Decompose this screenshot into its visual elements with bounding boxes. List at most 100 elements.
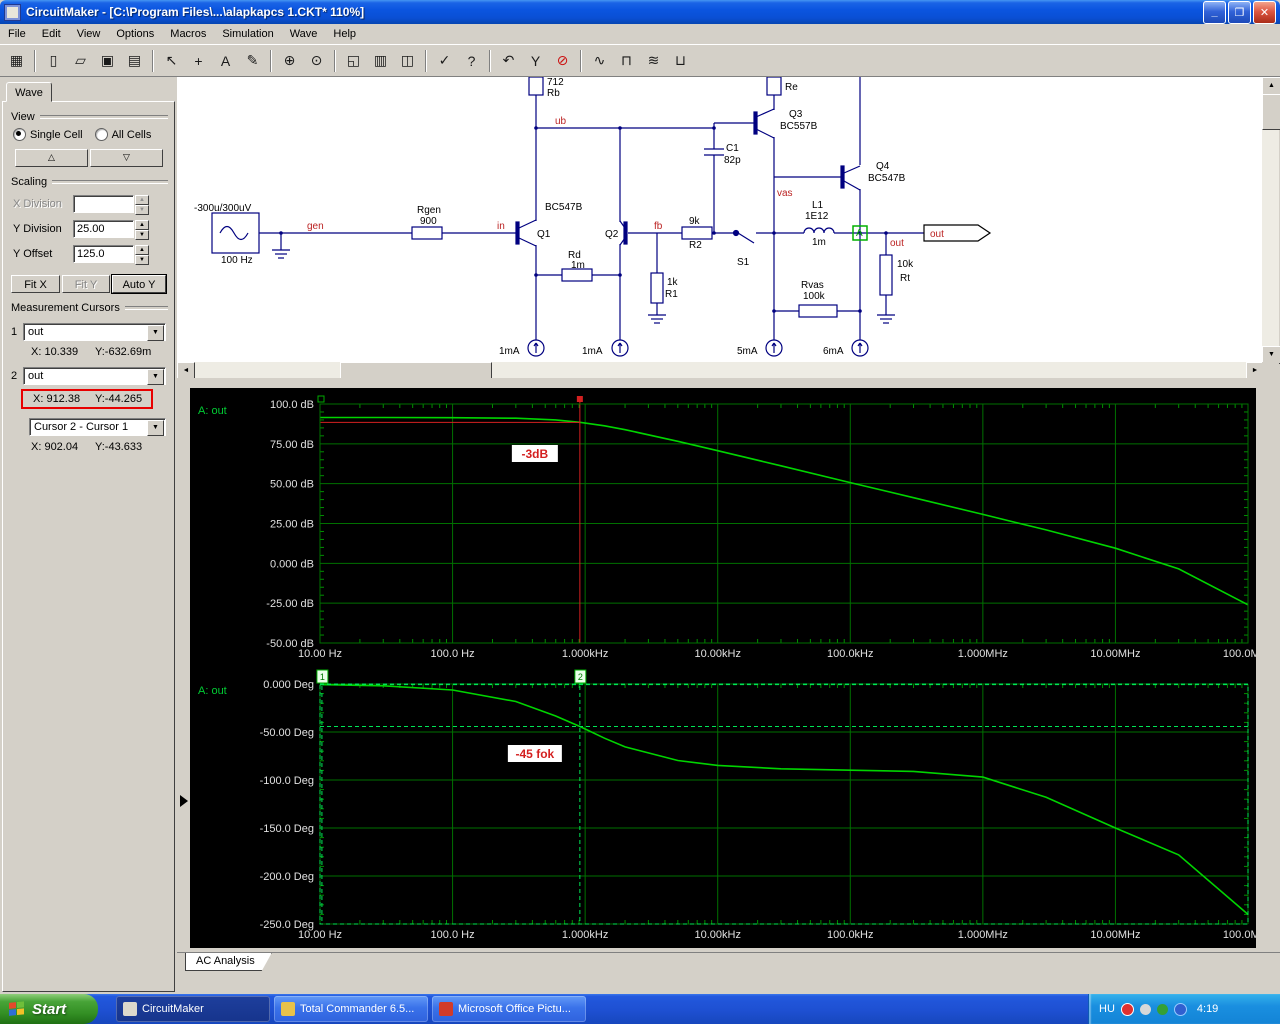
zoom-in-icon[interactable]: ⊕ [276,47,303,74]
schematic-label: ub [555,116,567,127]
schematic-label: fb [654,221,663,232]
zoom-window-icon[interactable]: ◱ [340,47,367,74]
pane-splitter-handle[interactable] [180,795,188,807]
tab-ac-analysis[interactable]: AC Analysis [185,953,272,971]
schematic-canvas[interactable]: 712RbubReQ3BC557BC182pQ4BC547BvasL11E121… [177,77,1262,362]
language-indicator[interactable]: HU [1099,1003,1115,1015]
y-division-input[interactable]: 25.00 [73,220,134,238]
cursor1-signal-value: out [28,326,44,338]
tab-wave[interactable]: Wave [6,82,52,102]
split-view-icon[interactable]: ◫ [394,47,421,74]
taskbar-clock[interactable]: 4:19 [1197,1003,1218,1015]
cursor2-readout-highlight: X: 912.38 Y:-44.265 [21,389,153,409]
menu-help[interactable]: Help [325,25,364,43]
undo-icon[interactable]: ↶ [495,47,522,74]
cursor1-signal-select[interactable]: out ▼ [23,323,166,341]
x-tick-label: 100.0 Hz [431,648,475,660]
schematic-label: Q3 [789,109,803,120]
menu-simulation[interactable]: Simulation [214,25,281,43]
minimize-button[interactable]: _ [1203,0,1226,24]
radio-single-cell[interactable] [13,128,26,141]
volume-icon[interactable] [1139,1003,1151,1015]
mixed-wave-icon[interactable]: ≋ [640,47,667,74]
restore-button[interactable]: ❐ [1228,0,1251,24]
schematic-view[interactable]: 712 Rb ub Re Q3 BC557B C1 82p Q4 BC547B vas L1 1E12 1… [177,77,1262,362]
analog-wave-icon[interactable]: ∿ [586,47,613,74]
waveform-canvas[interactable]: 10.00 Hz 100.0 Hz 1.000kHz 10.00kHz 100.0kHz… [190,388,1273,948]
select-tool-icon[interactable]: ↖ [158,47,185,74]
network-icon[interactable] [1156,1003,1168,1015]
task-button-ms-office-picture[interactable]: Microsoft Office Pictu... [432,996,586,1022]
fit-x-button[interactable]: Fit X [11,275,60,293]
y-tick-label: -25.00 dB [266,598,314,610]
signal-label: A: out [198,405,227,417]
digital-wave-icon[interactable]: ⊓ [613,47,640,74]
help-icon[interactable]: ? [458,47,485,74]
run-check-icon[interactable]: ✓ [431,47,458,74]
menu-options[interactable]: Options [108,25,162,43]
toolbar-separator [334,49,336,72]
menu-view[interactable]: View [69,25,109,43]
task-button-label: CircuitMaker [142,1003,204,1015]
place-part-icon[interactable]: + [185,47,212,74]
chevron-down-icon[interactable]: ▼ [147,369,164,385]
text-tool-icon[interactable]: A [212,47,239,74]
system-tray: HU 4:19 [1088,994,1280,1024]
x-tick-label: 1.000MHz [958,929,1008,941]
wave-down-button[interactable]: ▽ [90,149,163,167]
messenger-icon[interactable] [1173,1002,1187,1016]
toolbar-separator [425,49,427,72]
circuitmaker-icon [123,1002,137,1016]
x-division-input[interactable] [73,195,134,213]
start-button[interactable]: Start [0,994,98,1024]
print-icon[interactable]: ▤ [121,47,148,74]
circuitmaker-window: CircuitMaker - [C:\Program Files\...\ala… [0,0,1280,1024]
fit-y-button[interactable]: Fit Y [62,275,110,293]
task-button-total-commander[interactable]: Total Commander 6.5... [274,996,428,1022]
cursor2-signal-select[interactable]: out ▼ [23,367,166,385]
zoom-tool-icon[interactable]: ⊙ [303,47,330,74]
vscroll-thumb[interactable] [1262,94,1280,130]
schematic-label: 10k [897,259,914,270]
task-button-circuitmaker[interactable]: CircuitMaker [116,996,270,1022]
zoom-fit-icon[interactable]: ▥ [367,47,394,74]
schematic-label: R2 [689,240,702,251]
waveform-view: 10.00 Hz 100.0 Hz 1.000kHz 10.00kHz 100.0kHz… [177,378,1280,952]
schematic-label: L1 [812,200,824,211]
signal-label: A: out [198,685,227,697]
part-browser-icon[interactable]: ▦ [3,47,30,74]
y-offset-input[interactable]: 125.0 [73,245,134,263]
schematic-vscrollbar[interactable]: ▲ ▼ [1262,77,1280,364]
menu-edit[interactable]: Edit [34,25,69,43]
menu-macros[interactable]: Macros [162,25,214,43]
y-division-spinner[interactable]: ▲ ▼ [135,220,149,240]
radio-all-cells[interactable] [94,128,108,141]
cursor-handle[interactable] [576,396,583,402]
pulse-wave-icon[interactable]: ⊔ [667,47,694,74]
auto-y-button[interactable]: Auto Y [111,274,167,294]
x-division-spinner[interactable]: ▲ ▼ [135,195,149,215]
new-icon[interactable]: ▯ [40,47,67,74]
stop-icon[interactable]: ⊘ [549,47,576,74]
antivirus-icon[interactable] [1120,1002,1134,1016]
schematic-hscrollbar[interactable]: ◄ ► [177,362,1264,380]
x-tick-label: 1.000kHz [562,648,608,660]
schematic-label: Q4 [876,161,890,172]
scroll-up-icon[interactable]: ▲ [1262,77,1280,95]
wire-tool-icon[interactable]: ✎ [239,47,266,74]
open-icon[interactable]: ▱ [67,47,94,74]
y-offset-spinner[interactable]: ▲ ▼ [135,245,149,265]
save-icon[interactable]: ▣ [94,47,121,74]
chevron-down-icon[interactable]: ▼ [147,325,164,341]
title-bar[interactable]: CircuitMaker - [C:\Program Files\...\ala… [0,0,1280,24]
wave-up-button[interactable]: △ [15,149,88,167]
schematic-label: gen [307,221,324,232]
x-tick-label: 100.0MHz [1223,929,1256,941]
cursor-diff-select[interactable]: Cursor 2 - Cursor 1 ▼ [29,418,166,436]
y-tick-label: 0.000 Deg [263,679,314,691]
chevron-down-icon[interactable]: ▼ [147,420,164,436]
menu-file[interactable]: File [0,25,34,43]
close-button[interactable]: ✕ [1253,0,1276,24]
menu-wave[interactable]: Wave [282,25,326,43]
probe-tool-icon[interactable]: Y [522,47,549,74]
